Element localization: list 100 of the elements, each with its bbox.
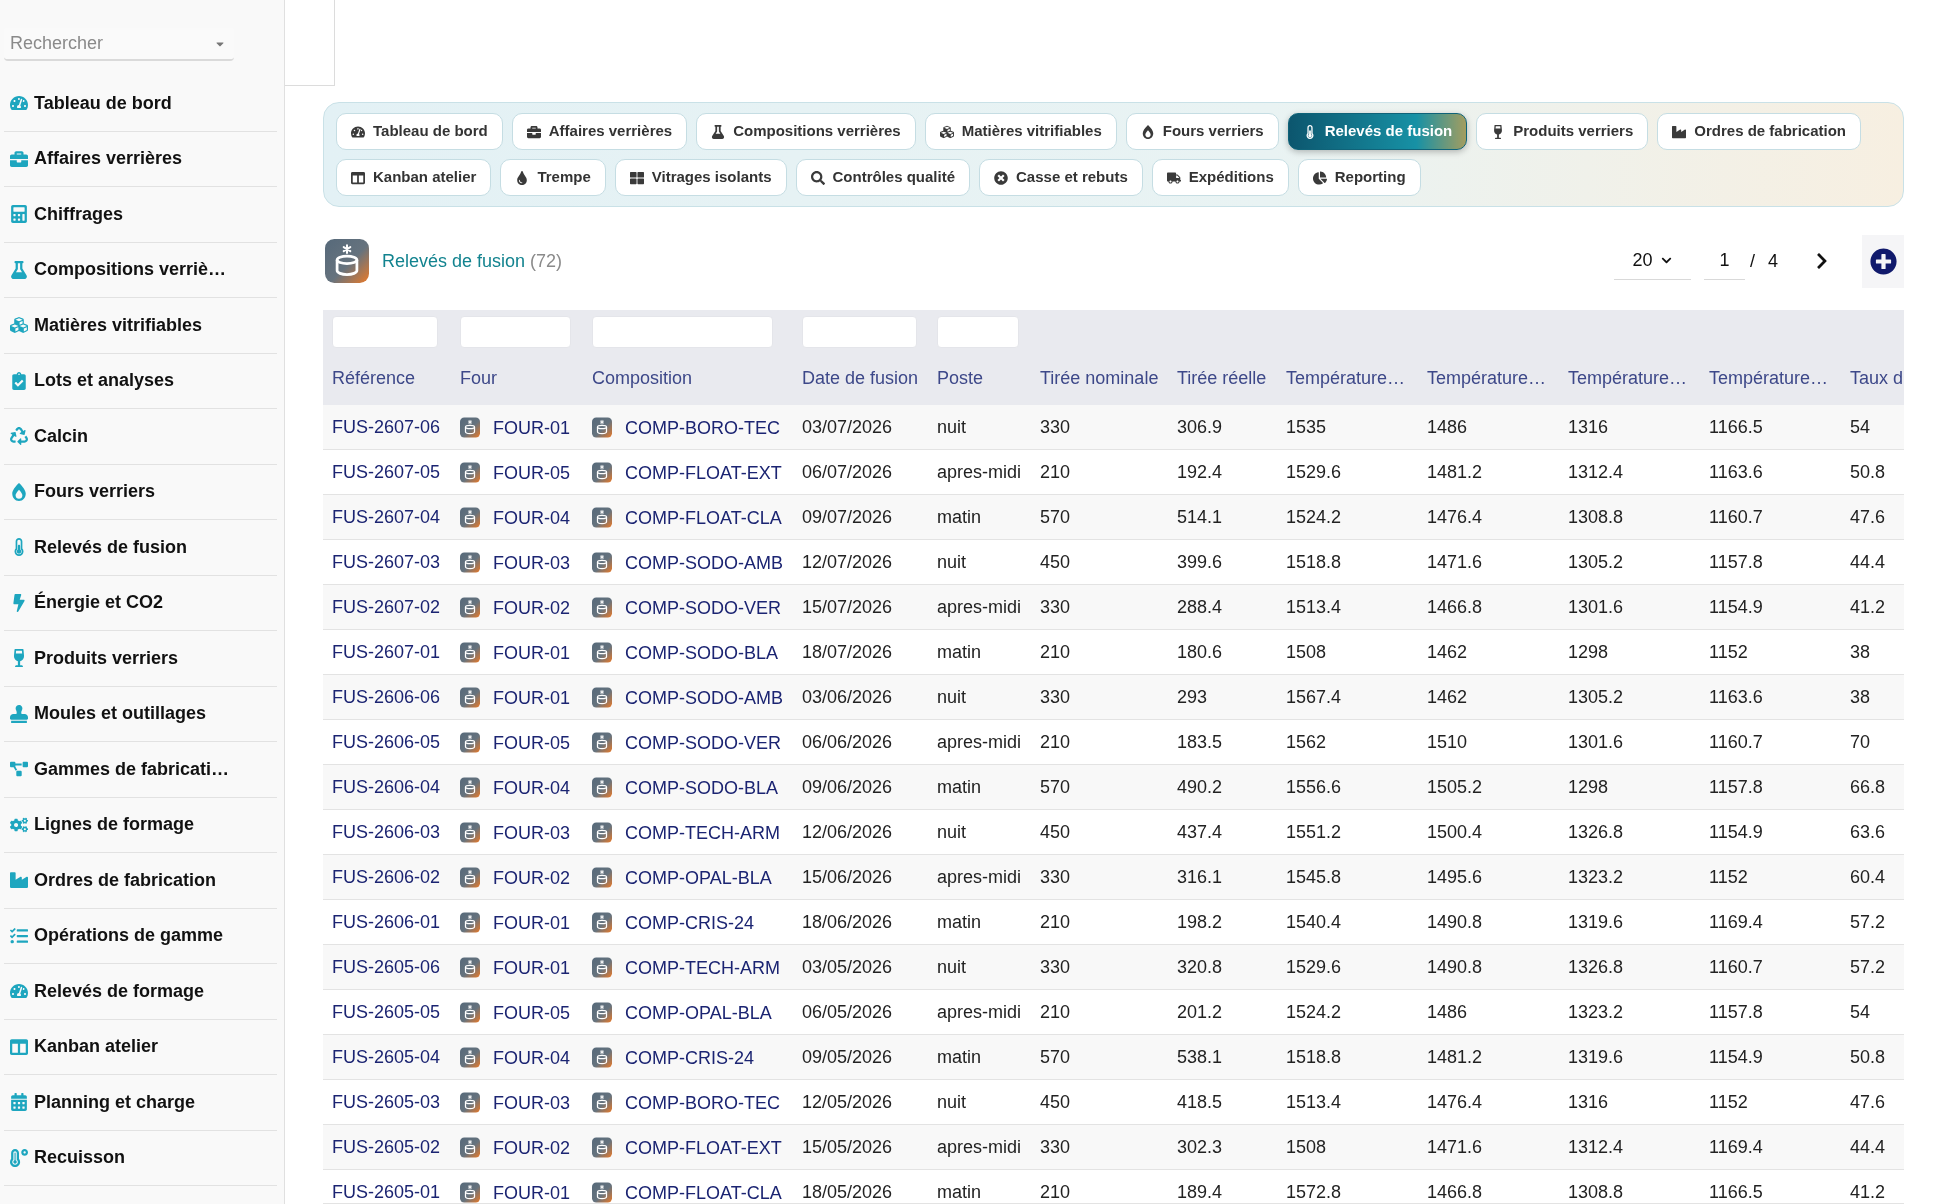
filter-field[interactable] <box>332 316 438 348</box>
sidebar-item[interactable]: Opérations de gamme <box>4 908 277 964</box>
tab[interactable]: Relevés de fusion <box>1287 113 1468 150</box>
table-link[interactable]: FUS-2605-03 <box>332 1092 441 1112</box>
tab[interactable]: Trempe <box>500 159 606 196</box>
table-link[interactable]: FOUR-01 <box>493 1182 570 1203</box>
table-link[interactable]: COMP-SODO-BLA <box>625 642 779 663</box>
table-link[interactable]: COMP-OPAL-BLA <box>625 867 772 888</box>
table-link[interactable]: FUS-2607-02 <box>332 597 441 617</box>
tab[interactable]: Casse et rebuts <box>979 159 1143 196</box>
table-link[interactable]: FOUR-04 <box>493 1047 570 1068</box>
table-link[interactable]: FUS-2606-06 <box>332 687 441 707</box>
table-link[interactable]: FUS-2607-05 <box>332 462 441 482</box>
table-link[interactable]: COMP-FLOAT-CLA <box>625 507 782 528</box>
table-link[interactable]: COMP-BORO-TEC <box>625 1092 780 1113</box>
table-link[interactable]: FOUR-03 <box>493 822 570 843</box>
table-link[interactable]: COMP-SODO-VER <box>625 732 781 753</box>
table-link[interactable]: COMP-SODO-AMB <box>625 552 783 573</box>
sidebar-item[interactable]: Calcin <box>4 409 277 465</box>
sidebar-item[interactable]: Gammes de fabricati… <box>4 742 277 798</box>
table-link[interactable]: FUS-2605-04 <box>332 1047 441 1067</box>
tab[interactable]: Kanban atelier <box>336 159 492 196</box>
sidebar-item[interactable]: Produits verriers <box>4 631 277 687</box>
sidebar-item[interactable]: Compositions verriè… <box>4 242 277 298</box>
table-link[interactable]: COMP-CRIS-24 <box>625 912 754 933</box>
tab[interactable]: Ordres de fabrication <box>1657 113 1861 150</box>
table-link[interactable]: FUS-2605-05 <box>332 1002 441 1022</box>
table-link[interactable]: FUS-2606-04 <box>332 777 441 797</box>
table-link[interactable]: FOUR-05 <box>493 1002 570 1023</box>
jar-icon <box>460 1137 480 1158</box>
table-link[interactable]: COMP-SODO-AMB <box>625 687 783 708</box>
table-cell: 1160.7 <box>1709 507 1763 527</box>
sidebar-item[interactable]: Matières vitrifiables <box>4 298 277 354</box>
tab[interactable]: Expéditions <box>1151 159 1289 196</box>
table-link[interactable]: COMP-CRIS-24 <box>625 1047 754 1068</box>
sidebar-item[interactable]: Énergie et CO2 <box>4 575 277 631</box>
table-link[interactable]: COMP-TECH-ARM <box>625 822 780 843</box>
table-link[interactable]: FUS-2606-03 <box>332 822 441 842</box>
table-link[interactable]: FOUR-03 <box>493 1092 570 1113</box>
tab[interactable]: Tableau de bord <box>336 113 503 150</box>
table-link[interactable]: FOUR-01 <box>493 912 570 933</box>
sidebar-item[interactable]: Tableau de bord <box>4 76 277 132</box>
table-link[interactable]: FOUR-05 <box>493 462 570 483</box>
table-link[interactable]: COMP-TECH-ARM <box>625 957 780 978</box>
table-link[interactable]: FUS-2606-02 <box>332 867 441 887</box>
table-link[interactable]: COMP-OPAL-BLA <box>625 1002 772 1023</box>
table-link[interactable]: FOUR-03 <box>493 552 570 573</box>
tab[interactable]: Compositions verrières <box>696 113 916 150</box>
table-link[interactable]: FOUR-02 <box>493 867 570 888</box>
table-link[interactable]: COMP-FLOAT-EXT <box>625 1137 782 1158</box>
tab[interactable]: Produits verriers <box>1476 113 1649 150</box>
search-field[interactable]: Rechercher <box>10 30 195 57</box>
sidebar-item[interactable]: Moules et outillages <box>4 686 277 742</box>
tab[interactable]: Contrôles qualité <box>795 159 971 196</box>
table-link[interactable]: FOUR-02 <box>493 1137 570 1158</box>
sidebar-item[interactable]: Relevés de fusion <box>4 520 277 576</box>
sidebar-item[interactable]: Relevés de formage <box>4 964 277 1020</box>
table-link[interactable]: COMP-FLOAT-CLA <box>625 1182 782 1203</box>
table-link[interactable]: FUS-2607-01 <box>332 642 441 662</box>
table-link[interactable]: COMP-BORO-TEC <box>625 417 780 438</box>
table-link[interactable]: FUS-2607-06 <box>332 417 441 437</box>
sidebar-item[interactable]: Fours verriers <box>4 464 277 520</box>
tab[interactable]: Matières vitrifiables <box>924 113 1117 150</box>
table-link[interactable]: FOUR-04 <box>493 777 570 798</box>
filter-field[interactable] <box>460 316 571 348</box>
page-size-select[interactable]: 20 <box>1613 242 1691 280</box>
tab[interactable]: Affaires verrières <box>511 113 688 150</box>
filter-field[interactable] <box>937 316 1019 348</box>
sidebar-item[interactable]: Ordres de fabrication <box>4 853 277 909</box>
sidebar-item[interactable]: Lignes de formage <box>4 797 277 853</box>
filter-field[interactable] <box>592 316 773 348</box>
tab[interactable]: Reporting <box>1297 159 1421 196</box>
tab[interactable]: Fours verriers <box>1125 113 1279 150</box>
table-link[interactable]: FOUR-04 <box>493 507 570 528</box>
sidebar-item[interactable]: Kanban atelier <box>4 1019 277 1075</box>
table-link[interactable]: COMP-SODO-BLA <box>625 777 779 798</box>
sidebar-item[interactable]: Recuisson <box>4 1130 277 1186</box>
table-link[interactable]: FOUR-01 <box>493 417 570 438</box>
table-link[interactable]: FOUR-05 <box>493 732 570 753</box>
sidebar-item[interactable]: Chiffrages <box>4 187 277 243</box>
sidebar-item[interactable]: Lots et analyses <box>4 353 277 409</box>
sidebar-item[interactable]: Planning et charge <box>4 1075 277 1131</box>
table-link[interactable]: COMP-FLOAT-EXT <box>625 462 782 483</box>
table-link[interactable]: FUS-2606-01 <box>332 912 441 932</box>
table-link[interactable]: FUS-2605-01 <box>332 1182 441 1202</box>
table-link[interactable]: FUS-2606-05 <box>332 732 441 752</box>
table-link[interactable]: FOUR-02 <box>493 597 570 618</box>
sidebar-item[interactable]: Affaires verrières <box>4 131 277 187</box>
filter-field[interactable] <box>802 316 917 348</box>
table-link[interactable]: FUS-2607-04 <box>332 507 441 527</box>
tab[interactable]: Vitrages isolants <box>614 159 787 196</box>
add-button[interactable] <box>1862 234 1904 288</box>
table-link[interactable]: FOUR-01 <box>493 957 570 978</box>
table-link[interactable]: FOUR-01 <box>493 687 570 708</box>
table-link[interactable]: FOUR-01 <box>493 642 570 663</box>
table-link[interactable]: COMP-SODO-VER <box>625 597 781 618</box>
table-link[interactable]: FUS-2605-02 <box>332 1137 441 1157</box>
table-link[interactable]: FUS-2605-06 <box>332 957 441 977</box>
table-link[interactable]: FUS-2607-03 <box>332 552 441 572</box>
page-field[interactable]: 1 <box>1703 242 1745 280</box>
